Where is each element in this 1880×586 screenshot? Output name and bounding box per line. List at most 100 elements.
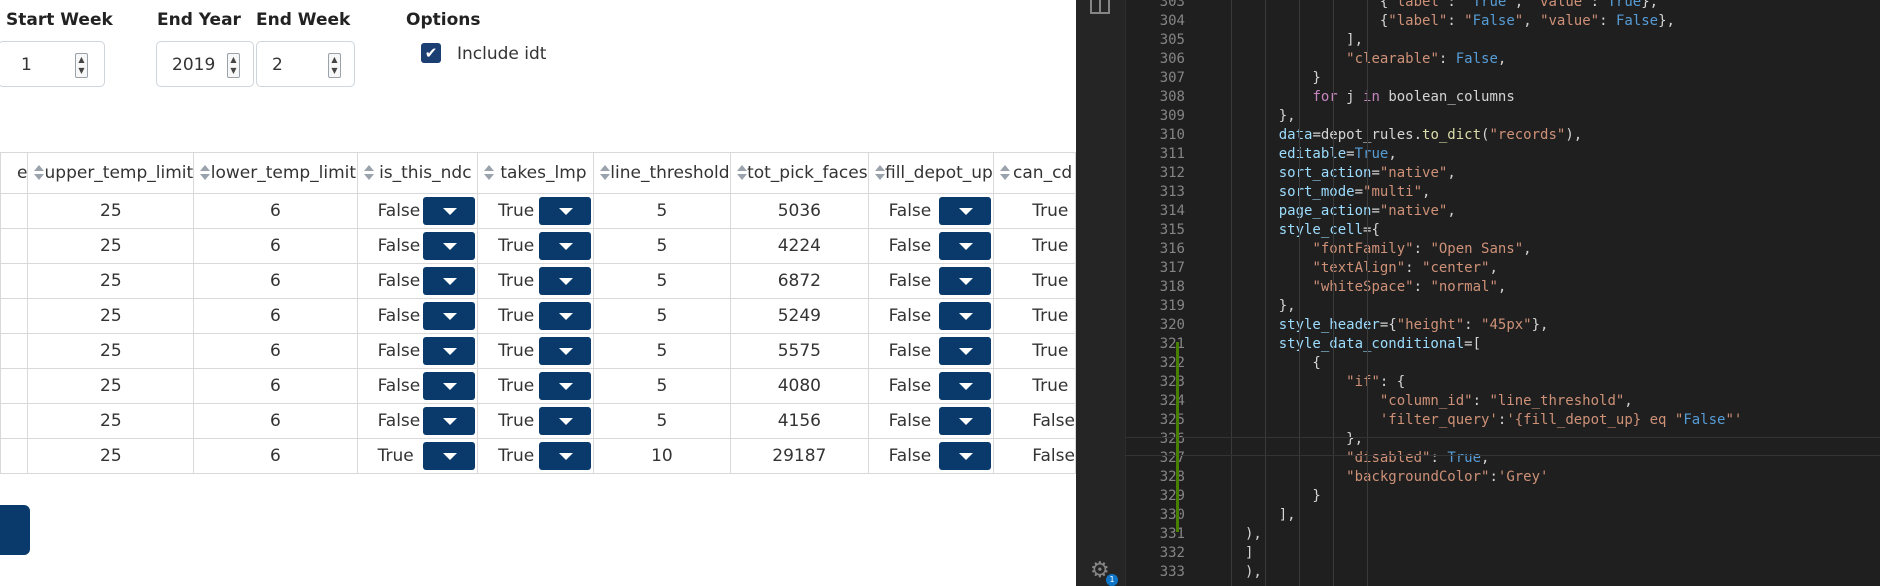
- column-header[interactable]: line_threshold: [592, 152, 732, 194]
- chevron-down-icon[interactable]: [538, 302, 591, 330]
- code-line[interactable]: 325 'filter_query':'{fill_depot_up} eq "…: [1125, 411, 1880, 430]
- column-header[interactable]: is_this_ndc: [356, 152, 479, 194]
- chevron-down-icon[interactable]: [423, 302, 476, 330]
- start-week-spinner[interactable]: ▲ ▼: [75, 53, 88, 78]
- chevron-down-icon[interactable]: [538, 407, 591, 435]
- chevron-down-icon[interactable]: [423, 232, 476, 260]
- dropdown-cell[interactable]: False: [869, 334, 994, 368]
- table-cell[interactable]: False: [356, 263, 479, 299]
- dropdown-cell[interactable]: False: [869, 229, 994, 263]
- table-cell[interactable]: 5: [592, 333, 732, 369]
- table-cell[interactable]: 5: [592, 263, 732, 299]
- code-line[interactable]: 310 data=depot_rules.to_dict("records"),: [1125, 126, 1880, 145]
- start-week-input[interactable]: 1 ▲ ▼: [0, 41, 105, 87]
- chevron-down-icon[interactable]: [538, 232, 591, 260]
- code-line[interactable]: 306 "clearable": False,: [1125, 50, 1880, 69]
- submit-button[interactable]: [0, 505, 30, 555]
- table-cell[interactable]: False: [867, 368, 995, 404]
- table-cell[interactable]: False: [867, 228, 995, 264]
- table-cell[interactable]: True: [477, 263, 594, 299]
- sort-arrows-icon[interactable]: [484, 165, 495, 181]
- end-week-spinner[interactable]: ▲ ▼: [328, 53, 341, 78]
- dropdown-cell[interactable]: False: [358, 334, 478, 368]
- dropdown-cell[interactable]: False: [869, 194, 994, 228]
- chevron-down-icon[interactable]: [423, 267, 476, 295]
- code-line[interactable]: 312 sort_action="native",: [1125, 164, 1880, 183]
- table-cell[interactable]: True: [993, 298, 1076, 334]
- table-cell[interactable]: True: [477, 333, 594, 369]
- dropdown-cell[interactable]: False: [869, 439, 994, 473]
- table-cell[interactable]: [0, 368, 29, 404]
- column-header[interactable]: fill_depot_up: [867, 152, 995, 194]
- code-line[interactable]: 308 for j in boolean_columns: [1125, 88, 1880, 107]
- sort-arrows-icon[interactable]: [874, 165, 885, 181]
- chevron-down-icon[interactable]: [423, 442, 476, 470]
- dropdown-cell[interactable]: False: [869, 404, 994, 438]
- dropdown-cell[interactable]: True: [478, 299, 593, 333]
- chevron-down-icon[interactable]: [423, 372, 476, 400]
- table-cell[interactable]: 5: [592, 193, 732, 229]
- chevron-down-icon[interactable]: [939, 372, 992, 400]
- code-line[interactable]: 324 "column_id": "line_threshold",: [1125, 392, 1880, 411]
- dropdown-cell[interactable]: True: [478, 404, 593, 438]
- code-line[interactable]: 319 },: [1125, 297, 1880, 316]
- table-cell[interactable]: False: [867, 263, 995, 299]
- table-cell[interactable]: 4080: [730, 368, 869, 404]
- table-cell[interactable]: False: [356, 228, 479, 264]
- dropdown-cell[interactable]: False: [869, 369, 994, 403]
- table-cell[interactable]: False: [356, 298, 479, 334]
- table-cell[interactable]: True: [477, 403, 594, 439]
- code-line[interactable]: 316 "fontFamily": "Open Sans",: [1125, 240, 1880, 259]
- table-cell[interactable]: 6872: [730, 263, 869, 299]
- table-cell[interactable]: 25: [27, 193, 195, 229]
- code-line[interactable]: 303 {"label": "True", "value": True},: [1125, 0, 1880, 12]
- table-cell[interactable]: 5: [592, 368, 732, 404]
- table-cell[interactable]: False: [867, 438, 995, 474]
- table-cell[interactable]: 6: [193, 438, 358, 474]
- table-cell[interactable]: 6: [193, 228, 358, 264]
- table-cell[interactable]: True: [477, 368, 594, 404]
- code-line[interactable]: 322 {: [1125, 354, 1880, 373]
- table-cell[interactable]: 29187: [730, 438, 869, 474]
- code-lines[interactable]: 303 {"label": "True", "value": True}, 304…: [1125, 0, 1880, 582]
- column-header[interactable]: e: [0, 152, 29, 194]
- code-line[interactable]: 329 }: [1125, 487, 1880, 506]
- include-idt-checkbox[interactable]: ✔: [421, 43, 441, 63]
- table-cell[interactable]: 6: [193, 193, 358, 229]
- table-cell[interactable]: 25: [27, 228, 195, 264]
- table-cell[interactable]: False: [356, 368, 479, 404]
- table-cell[interactable]: 25: [27, 298, 195, 334]
- table-cell[interactable]: False: [867, 193, 995, 229]
- sort-arrows-icon[interactable]: [363, 165, 374, 181]
- chevron-down-icon[interactable]: [423, 337, 476, 365]
- column-header[interactable]: tot_pick_faces: [730, 152, 869, 194]
- code-line[interactable]: 309 },: [1125, 107, 1880, 126]
- chevron-down-icon[interactable]: [423, 407, 476, 435]
- table-cell[interactable]: True: [477, 193, 594, 229]
- table-cell[interactable]: 25: [27, 403, 195, 439]
- table-cell[interactable]: 6: [193, 403, 358, 439]
- dropdown-cell[interactable]: True: [478, 194, 593, 228]
- chevron-down-icon[interactable]: [939, 197, 992, 225]
- layout-icon[interactable]: [1090, 0, 1110, 14]
- code-line[interactable]: 333),: [1125, 563, 1880, 582]
- chevron-down-icon[interactable]: [939, 442, 992, 470]
- dropdown-cell[interactable]: True: [478, 439, 593, 473]
- table-cell[interactable]: True: [993, 333, 1076, 369]
- table-cell[interactable]: True: [356, 438, 479, 474]
- code-line[interactable]: 321 style_data_conditional=[: [1125, 335, 1880, 354]
- code-line[interactable]: 313 sort_mode="multi",: [1125, 183, 1880, 202]
- dropdown-cell[interactable]: True: [478, 264, 593, 298]
- chevron-down-icon[interactable]: [939, 407, 992, 435]
- code-line[interactable]: 304 {"label": "False", "value": False},: [1125, 12, 1880, 31]
- dropdown-cell[interactable]: False: [358, 194, 478, 228]
- dropdown-cell[interactable]: True: [478, 334, 593, 368]
- table-cell[interactable]: 25: [27, 438, 195, 474]
- table-cell[interactable]: 5249: [730, 298, 869, 334]
- table-cell[interactable]: True: [993, 263, 1076, 299]
- table-cell[interactable]: 5575: [730, 333, 869, 369]
- table-cell[interactable]: 25: [27, 368, 195, 404]
- code-line[interactable]: 323 "if": {: [1125, 373, 1880, 392]
- table-cell[interactable]: False: [867, 403, 995, 439]
- table-cell[interactable]: False: [356, 333, 479, 369]
